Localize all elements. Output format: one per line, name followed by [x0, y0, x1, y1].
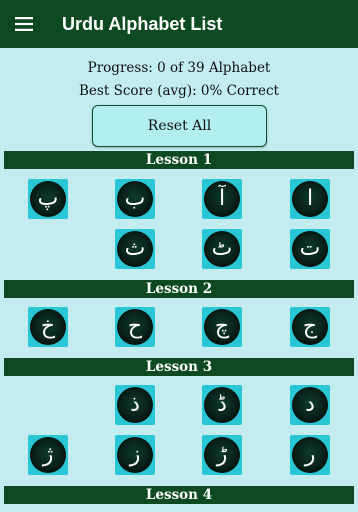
app-bar: Urdu Alphabet List — [0, 0, 358, 48]
letter-tile[interactable]: ت — [290, 229, 330, 269]
letter-disc: ڈ — [204, 387, 240, 423]
letter-tile[interactable]: خ — [28, 307, 68, 347]
letter-tile[interactable]: چ — [202, 307, 242, 347]
letter-tile[interactable]: ذ — [115, 385, 155, 425]
letter-tile[interactable]: آ — [202, 179, 242, 219]
letter-tile[interactable]: ث — [115, 229, 155, 269]
letter-tile[interactable]: ب — [115, 179, 155, 219]
letter-glyph: ح — [127, 314, 143, 339]
letter-glyph: ٹ — [211, 236, 233, 261]
letter-tile[interactable]: ٹ — [202, 229, 242, 269]
letter-tile[interactable]: ڑ — [202, 435, 242, 475]
letter-disc: ٹ — [204, 231, 240, 267]
letter-glyph: ز — [129, 442, 141, 467]
letter-tile[interactable]: د — [290, 385, 330, 425]
best-score-text: Best Score (avg): 0% Correct — [79, 83, 279, 99]
letter-disc: ژ — [30, 437, 66, 473]
letter-glyph: پ — [37, 186, 59, 211]
lesson-3-header: Lesson 3 — [4, 358, 354, 376]
letter-glyph: آ — [218, 186, 226, 211]
letter-disc: ج — [292, 309, 328, 345]
letter-disc: ب — [117, 181, 153, 217]
letter-glyph: ژ — [42, 442, 54, 467]
letter-disc: ر — [292, 437, 328, 473]
letter-glyph: ت — [299, 236, 321, 261]
letter-tile[interactable]: ر — [290, 435, 330, 475]
letter-disc: ڑ — [204, 437, 240, 473]
letter-disc: ح — [117, 309, 153, 345]
letter-disc: خ — [30, 309, 66, 345]
letter-glyph: ر — [304, 442, 316, 467]
letter-glyph: ث — [124, 236, 146, 261]
letter-tile[interactable]: ز — [115, 435, 155, 475]
letter-tile[interactable]: ج — [290, 307, 330, 347]
letter-disc: ز — [117, 437, 153, 473]
lesson-2-header: Lesson 2 — [4, 280, 354, 298]
letter-tile[interactable]: پ — [28, 179, 68, 219]
letter-glyph: ذ — [130, 392, 140, 417]
letter-tile[interactable]: ژ — [28, 435, 68, 475]
lesson-4-header: Lesson 4 — [4, 486, 354, 504]
letter-tile[interactable]: ا — [290, 179, 330, 219]
letter-glyph: ا — [306, 186, 314, 211]
progress-text: Progress: 0 of 39 Alphabet — [87, 60, 271, 76]
lesson-1-header: Lesson 1 — [4, 151, 354, 169]
letter-glyph: ب — [124, 186, 146, 211]
letter-glyph: د — [305, 392, 315, 417]
letter-glyph: ڑ — [216, 442, 228, 467]
letter-disc: ا — [292, 181, 328, 217]
letter-tile[interactable]: ح — [115, 307, 155, 347]
letter-glyph: ڈ — [217, 392, 227, 417]
letter-disc: د — [292, 387, 328, 423]
letter-disc: چ — [204, 309, 240, 345]
hamburger-menu-icon — [15, 17, 33, 31]
letter-glyph: خ — [40, 314, 56, 339]
app-title: Urdu Alphabet List — [62, 13, 223, 34]
letter-disc: ث — [117, 231, 153, 267]
letter-disc: آ — [204, 181, 240, 217]
letter-tile[interactable]: ڈ — [202, 385, 242, 425]
menu-button[interactable] — [0, 0, 48, 48]
letter-glyph: چ — [214, 314, 230, 339]
reset-all-button[interactable]: Reset All — [92, 105, 267, 147]
letter-disc: ت — [292, 231, 328, 267]
letter-disc: پ — [30, 181, 66, 217]
letter-glyph: ج — [302, 314, 318, 339]
letter-disc: ذ — [117, 387, 153, 423]
